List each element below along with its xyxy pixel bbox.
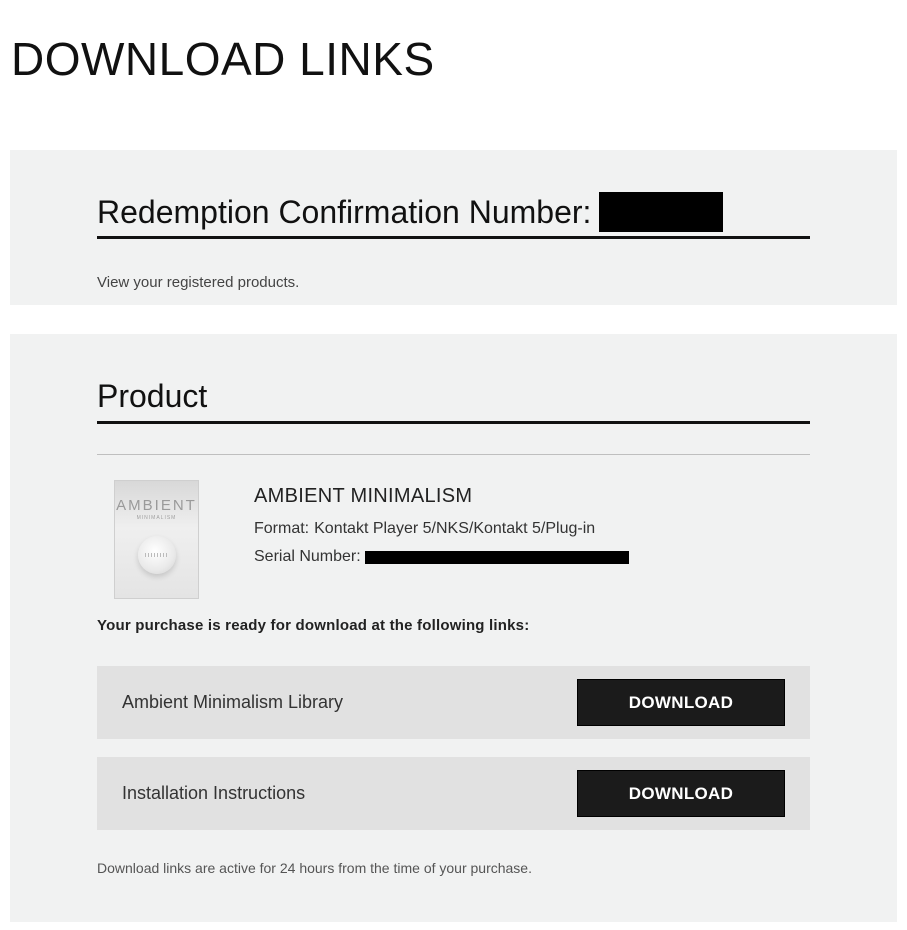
- download-item-label: Installation Instructions: [122, 783, 306, 803]
- product-cover-image: AMBIENT MINIMALISM: [114, 480, 199, 599]
- product-format: Format: Kontakt Player 5/NKS/Kontakt 5/P…: [254, 520, 629, 538]
- download-library-button[interactable]: DOWNLOAD: [577, 679, 785, 726]
- redacted-serial-number: [364, 550, 629, 564]
- download-row: Ambient Minimalism Library DOWNLOAD: [97, 666, 810, 739]
- product-serial: Serial Number:: [254, 548, 629, 566]
- product-section-header: Product AMBIENT MINIMALISM AMBIENT MINIM…: [97, 376, 810, 634]
- confirmation-panel: Redemption Confirmation Number: View you…: [10, 150, 897, 305]
- format-label: Format:: [254, 520, 310, 537]
- cover-subtitle: MINIMALISM: [136, 515, 177, 521]
- page-title: DOWNLOAD LINKS: [11, 33, 435, 85]
- view-registered-products-link[interactable]: View your registered products.: [97, 274, 299, 291]
- heading-divider: [97, 236, 810, 239]
- download-row: Installation Instructions DOWNLOAD: [97, 757, 810, 830]
- redacted-confirmation-number: [599, 192, 724, 232]
- product-item: AMBIENT MINIMALISM AMBIENT MINIMALISM Fo…: [97, 455, 810, 599]
- download-instructions-button[interactable]: DOWNLOAD: [577, 770, 785, 817]
- format-value: Kontakt Player 5/NKS/Kontakt 5/Plug-in: [314, 520, 596, 537]
- confirmation-heading-text: Redemption Confirmation Number:: [97, 194, 592, 230]
- cover-title: AMBIENT: [116, 497, 197, 514]
- serial-label: Serial Number:: [254, 548, 361, 565]
- product-info: AMBIENT MINIMALISM Format: Kontakt Playe…: [254, 485, 629, 566]
- confirmation-content: Redemption Confirmation Number: View you…: [97, 192, 810, 291]
- product-name: AMBIENT MINIMALISM: [254, 485, 473, 507]
- cover-waveform-graphic: [145, 553, 169, 557]
- product-heading: Product: [97, 378, 208, 414]
- product-panel: Product AMBIENT MINIMALISM AMBIENT MINIM…: [10, 334, 897, 922]
- confirmation-heading: Redemption Confirmation Number:: [97, 192, 810, 232]
- heading-divider: [97, 421, 810, 424]
- download-expiry-note: Download links are active for 24 hours f…: [97, 860, 532, 876]
- download-item-label: Ambient Minimalism Library: [122, 692, 344, 712]
- download-ready-message: Your purchase is ready for download at t…: [97, 617, 530, 634]
